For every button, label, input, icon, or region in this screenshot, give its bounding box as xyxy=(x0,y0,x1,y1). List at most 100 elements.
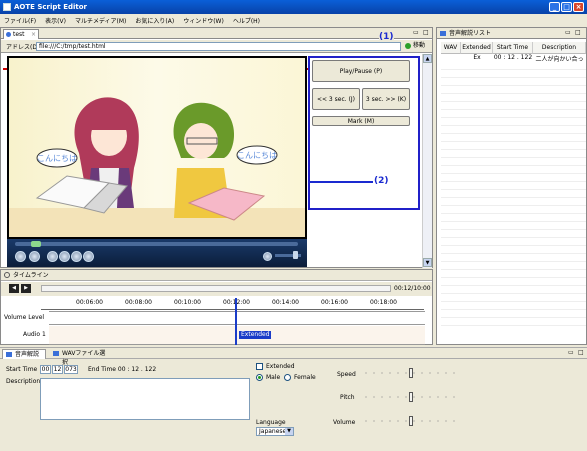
wav-icon xyxy=(53,351,59,356)
timeline-ruler[interactable]: 00:06:00 00:08:00 00:10:00 00:12:00 00:1… xyxy=(41,298,424,310)
go-button[interactable]: 移動 xyxy=(404,41,431,52)
list-tab[interactable]: 音声解説リスト xyxy=(437,28,586,39)
play-icon[interactable] xyxy=(15,251,26,262)
seek-bar[interactable] xyxy=(15,242,298,246)
address-bar: アドレス(D) file:///C:/tmp/test.html 移動 xyxy=(1,40,432,53)
volume-slider-thumb[interactable] xyxy=(409,416,413,426)
menu-view[interactable]: 表示(V) xyxy=(45,16,66,25)
menu-help[interactable]: ヘルプ(H) xyxy=(233,16,260,25)
annotation-line-2 xyxy=(309,181,373,183)
tab2-label: WAVファイル選択 xyxy=(62,350,106,366)
track-volume[interactable] xyxy=(49,311,425,325)
tab-wav-select[interactable]: WAVファイル選択 xyxy=(50,349,106,366)
video-area[interactable]: こんにちは こんにちは xyxy=(7,56,307,239)
extended-label: Extended xyxy=(266,363,295,370)
description-label: Description xyxy=(6,378,41,385)
bottom-maximize-icon[interactable]: □ xyxy=(578,349,584,356)
list-icon xyxy=(440,31,446,36)
start-hh-input[interactable]: 00 xyxy=(40,365,51,374)
playhead[interactable] xyxy=(235,298,237,345)
tab-close-icon[interactable]: × xyxy=(31,30,36,39)
scroll-down-icon[interactable]: ▼ xyxy=(423,258,432,267)
speed-slider-thumb[interactable] xyxy=(409,368,413,378)
maximize-button[interactable]: □ xyxy=(561,2,572,12)
list-body[interactable] xyxy=(441,62,586,332)
go-label: 移動 xyxy=(413,42,426,49)
tick-label: 00:14:00 xyxy=(272,299,299,306)
pitch-label: Pitch xyxy=(340,394,355,401)
pitch-slider-thumb[interactable] xyxy=(409,392,413,402)
speaker-icon[interactable] xyxy=(263,252,272,261)
male-radio[interactable] xyxy=(256,374,263,381)
rewind-icon[interactable] xyxy=(59,251,70,262)
go-arrow-icon xyxy=(405,43,411,49)
editor-vertical-scrollbar[interactable]: ▲ ▼ xyxy=(422,54,432,268)
address-input[interactable]: file:///C:/tmp/test.html xyxy=(36,42,401,51)
stop-icon[interactable] xyxy=(29,251,40,262)
end-time-text: End Time 00 : 12 . 122 xyxy=(88,366,157,373)
timeline-rewind-icon[interactable]: ◀ xyxy=(9,284,19,293)
cell-wav xyxy=(441,54,461,62)
volume-thumb[interactable] xyxy=(293,251,298,259)
list-maximize-icon[interactable]: □ xyxy=(575,29,581,36)
col-wav[interactable]: WAV xyxy=(441,42,461,54)
start-ms-input[interactable]: 073 xyxy=(64,365,78,374)
minimize-button[interactable]: _ xyxy=(549,2,560,12)
start-mm-input[interactable]: 12 xyxy=(52,365,63,374)
track-audio[interactable] xyxy=(49,326,425,345)
pane-maximize-icon[interactable]: □ xyxy=(423,29,429,36)
track-volume-label: Volume Level xyxy=(4,314,45,321)
annotation-1: (1) xyxy=(379,32,394,42)
back-3sec-button[interactable]: << 3 sec. (J) xyxy=(312,88,360,110)
title-bar: AOTE Script Editor _ □ × xyxy=(0,0,587,14)
tick-label: 00:18:00 xyxy=(370,299,397,306)
next-icon[interactable] xyxy=(83,251,94,262)
menu-favorites[interactable]: お気に入り(A) xyxy=(135,16,174,25)
list-header: WAV Extended Start Time Description xyxy=(441,42,586,54)
col-start-time[interactable]: Start Time xyxy=(493,42,533,54)
table-row[interactable]: Ex 00 : 12 . 122 二人が向かい合っ xyxy=(441,54,586,62)
menu-file[interactable]: ファイル(F) xyxy=(4,16,36,25)
tab-test[interactable]: test × xyxy=(3,29,39,39)
male-label: Male xyxy=(266,374,281,381)
chevron-down-icon: ▼ xyxy=(285,428,293,435)
pane-minimize-icon[interactable]: ▭ xyxy=(413,29,419,36)
previous-icon[interactable] xyxy=(47,251,58,262)
bubble-right-text: こんにちは xyxy=(237,151,277,160)
extended-checkbox[interactable] xyxy=(256,363,263,370)
timeline-header: タイムライン xyxy=(1,270,432,281)
tick-label: 00:06:00 xyxy=(76,299,103,306)
scroll-up-icon[interactable]: ▲ xyxy=(423,54,432,63)
seek-thumb[interactable] xyxy=(31,241,41,247)
tab1-label: 音声解説 xyxy=(15,351,40,358)
fast-forward-icon[interactable] xyxy=(71,251,82,262)
extended-clip[interactable]: Extended xyxy=(239,331,271,339)
menu-window[interactable]: ウィンドウ(W) xyxy=(183,16,224,25)
forward-3sec-button[interactable]: 3 sec. >> (K) xyxy=(362,88,410,110)
timeline-title: タイムライン xyxy=(13,272,49,279)
language-select[interactable]: Japanese ▼ xyxy=(256,427,294,436)
page-icon xyxy=(6,32,11,37)
menu-multimedia[interactable]: マルチメディア(M) xyxy=(75,16,126,25)
language-value: Japanese xyxy=(259,428,287,435)
timeline-panel: タイムライン ◀ ▶ 00:12/10:00 00:06:00 00:08:00… xyxy=(0,269,433,345)
list-minimize-icon[interactable]: ▭ xyxy=(565,29,571,36)
col-extended[interactable]: Extended xyxy=(461,42,493,54)
speech-icon xyxy=(6,352,12,357)
tab-audio-description[interactable]: 音声解説 xyxy=(2,349,46,359)
bottom-minimize-icon[interactable]: ▭ xyxy=(568,349,574,356)
description-textarea[interactable] xyxy=(40,378,250,420)
cell-start-time: 00 : 12 . 122 xyxy=(493,54,533,61)
annotation-2: (2) xyxy=(374,176,389,186)
start-time-label: Start Time xyxy=(6,366,38,373)
mark-button[interactable]: Mark (M) xyxy=(312,116,410,126)
col-description[interactable]: Description xyxy=(533,42,586,54)
timeline-time-display: 00:12/10:00 xyxy=(394,285,431,292)
close-button[interactable]: × xyxy=(573,2,584,12)
timeline-scrollbar[interactable] xyxy=(41,285,391,292)
play-pause-button[interactable]: Play/Pause (P) xyxy=(312,60,410,82)
volume-label: Volume xyxy=(333,419,356,426)
speed-label: Speed xyxy=(337,371,356,378)
timeline-play-icon[interactable]: ▶ xyxy=(21,284,31,293)
female-radio[interactable] xyxy=(284,374,291,381)
